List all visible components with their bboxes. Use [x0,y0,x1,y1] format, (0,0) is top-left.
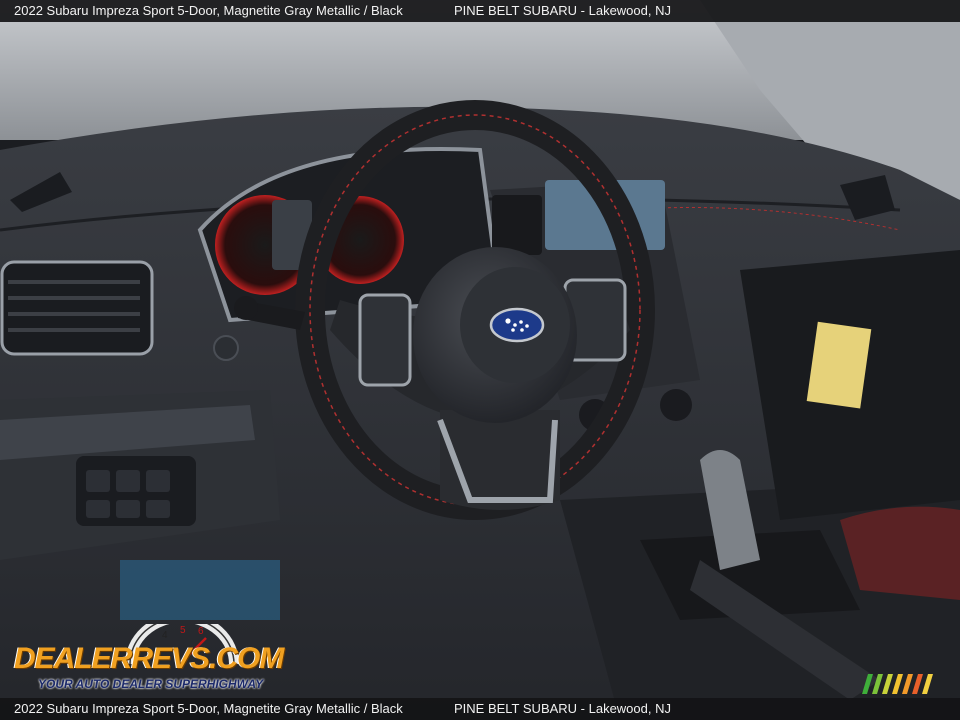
dealerrevs-logo: 4 5 6 DEALERREVS.COM YOUR AUTO DEALER SU… [12,624,284,694]
window-sticker [806,321,872,409]
svg-text:5: 5 [180,625,186,636]
logo-wordmark: DEALERREVS.COM [14,642,284,675]
vehicle-title-bottom: 2022 Subaru Impreza Sport 5-Door, Magnet… [14,701,403,716]
vehicle-title: 2022 Subaru Impreza Sport 5-Door, Magnet… [14,3,403,18]
logo-tagline: YOUR AUTO DEALER SUPERHIGHWAY [38,677,264,691]
svg-text:6: 6 [198,626,204,637]
subaru-badge [489,307,545,343]
interior-photo [0,0,960,720]
left-air-vent [0,260,154,356]
dealer-name: PINE BELT SUBARU - Lakewood, NJ [454,3,671,18]
caption-bar-bottom: 2022 Subaru Impreza Sport 5-Door, Magnet… [0,698,960,720]
dealer-name-bottom: PINE BELT SUBARU - Lakewood, NJ [454,701,671,716]
caption-bar-top: 2022 Subaru Impreza Sport 5-Door, Magnet… [0,0,960,22]
svg-text:4: 4 [162,630,168,641]
center-vent [492,195,542,255]
left-wheel-controls [358,293,412,387]
speed-stripes-icon [862,674,933,694]
